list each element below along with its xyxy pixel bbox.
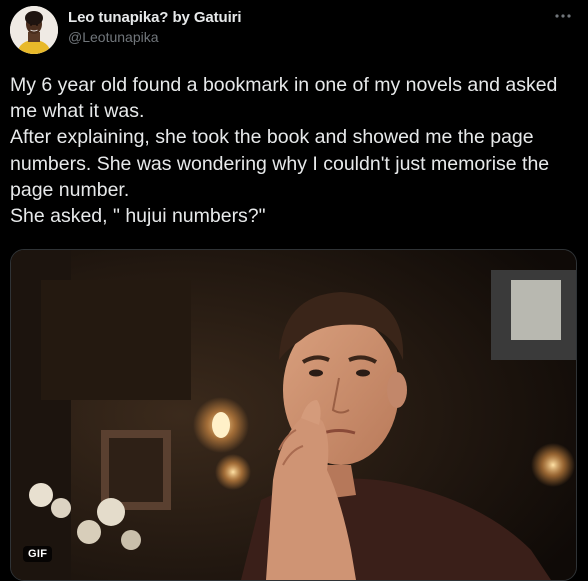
tweet-gif[interactable]: GIF xyxy=(10,249,577,581)
more-horizontal-icon[interactable] xyxy=(552,6,574,26)
tweet-author[interactable]: Leo tunapika? by Gatuiri @Leotunapika xyxy=(68,9,242,47)
avatar[interactable] xyxy=(10,6,58,54)
user-handle[interactable]: @Leotunapika xyxy=(68,27,241,47)
avatar-image xyxy=(10,6,58,54)
gif-frame-image xyxy=(11,250,576,580)
tweet-card[interactable]: Leo tunapika? by Gatuiri @Leotunapika My… xyxy=(0,0,588,581)
display-name[interactable]: Leo tunapika? by Gatuiri xyxy=(68,9,242,27)
gif-badge: GIF xyxy=(23,546,53,562)
tweet-text: My 6 year old found a bookmark in one of… xyxy=(10,74,558,228)
